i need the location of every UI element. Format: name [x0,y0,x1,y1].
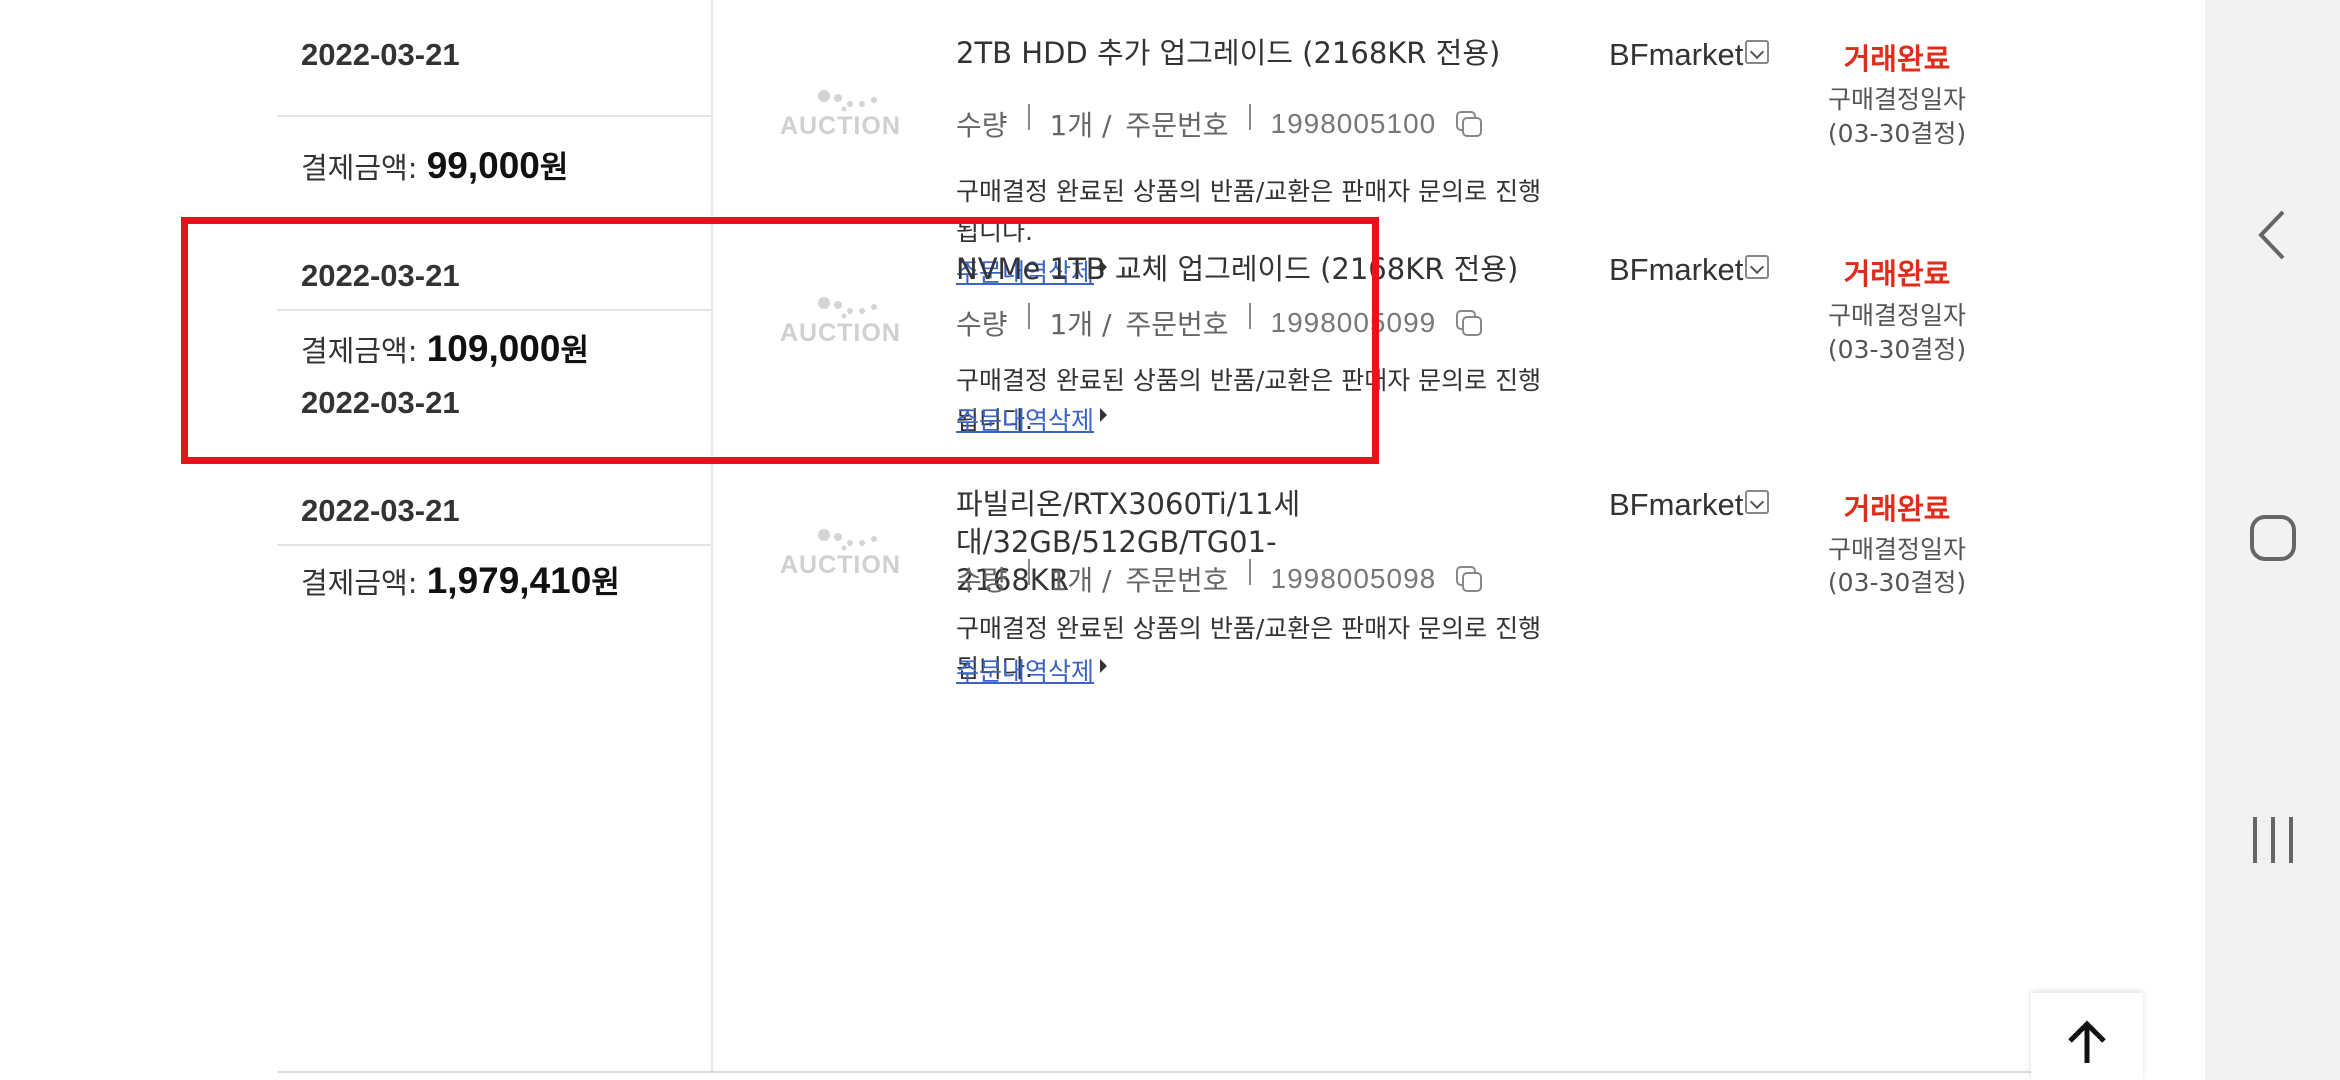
delete-order-label[interactable]: 주문내역삭제 [956,652,1094,688]
quantity-label: 수량 [956,564,1008,597]
decision-date-value: (03-30결정) [1827,119,1967,148]
divider [277,115,711,117]
status-badge: 거래완료 [1843,257,1951,291]
quantity-label: 수량 [956,109,1008,142]
system-nav-bar [2205,0,2340,1080]
decision-date-label: 구매결정일자 [1827,85,1966,114]
product-name[interactable]: 2TB HDD 추가 업그레이드 (2168KR 전용) [956,34,1576,72]
back-icon [2257,210,2284,260]
order-summary: 2022-03-21 결제금액: 99,000원 [277,0,711,215]
seller-name[interactable]: BFmarket [1609,487,1770,523]
caret-right-icon [1100,659,1108,673]
payment-value: 99,000 [426,145,540,186]
order-summary: 2022-03-21 결제금액: 1,979,410원 [277,465,711,1071]
logo-text: AUCTION [780,551,901,579]
copy-icon[interactable] [1456,111,1483,137]
highlight-box [181,217,1379,464]
payment-label: 결제금액: [301,566,427,600]
seller-name[interactable]: BFmarket [1609,252,1770,288]
seller-name[interactable]: BFmarket [1609,37,1770,73]
status-badge: 거래완료 [1843,492,1951,526]
order-date: 2022-03-21 [301,37,460,72]
auction-logo: AUCTION [780,88,900,148]
recents-icon [2252,817,2293,863]
nav-back-button[interactable] [2205,185,2340,285]
divider [1027,104,1030,130]
seller-label[interactable]: BFmarket [1609,487,1743,523]
order-row: 2022-03-21 결제금액: 1,979,410원 AUCTION 파빌리온… [277,465,2057,1071]
order-list: 2022-03-21 결제금액: 99,000원 AUCTION 2TB HDD… [0,0,2205,1080]
nav-recents-button[interactable] [2205,790,2340,890]
divider [277,544,711,546]
divider [1248,559,1251,585]
chevron-down-icon[interactable] [1745,255,1770,279]
scroll-top-button[interactable] [2031,993,2143,1080]
quantity-value: 1개 / [1049,564,1112,597]
logo-text: AUCTION [780,112,901,140]
order-number: 1998005100 [1270,108,1437,139]
chevron-down-icon[interactable] [1745,40,1770,64]
payment-label: 결제금액: [301,151,427,185]
order-meta: 수량 1개 / 주문번호 1998005100 [956,104,1483,144]
status-badge: 거래완료 [1843,42,1951,76]
copy-icon[interactable] [1456,566,1483,592]
payment-amount: 결제금액: 1,979,410원 [301,557,620,602]
chevron-down-icon[interactable] [1745,490,1770,514]
decision-date-label: 구매결정일자 [1827,301,1966,330]
decision-date-value: (03-30결정) [1827,568,1967,597]
order-row: 2022-03-21 결제금액: 99,000원 AUCTION 2TB HDD… [277,0,2057,287]
seller-label[interactable]: BFmarket [1609,37,1743,73]
order-number: 1998005098 [1270,563,1437,594]
order-number-label: 주문번호 [1125,109,1229,142]
decision-date-label: 구매결정일자 [1827,535,1966,564]
seller-label[interactable]: BFmarket [1609,252,1743,288]
divider [277,1071,2057,1073]
order-meta: 수량 1개 / 주문번호 1998005098 [956,559,1483,599]
auction-logo: AUCTION [780,527,900,587]
payment-amount: 결제금액: 99,000원 [301,142,568,187]
decision-date-value: (03-30결정) [1827,335,1967,364]
payment-value: 1,979,410 [426,560,592,601]
order-number-label: 주문번호 [1125,564,1229,597]
arrow-up-icon [2068,1020,2106,1063]
divider [1027,559,1030,585]
divider [711,0,713,215]
payment-unit: 원 [539,150,569,186]
payment-unit: 원 [591,565,620,601]
home-icon [2249,515,2296,561]
nav-home-button[interactable] [2205,488,2340,588]
divider [711,465,713,1071]
copy-icon[interactable] [1456,310,1483,336]
divider [1248,104,1251,130]
quantity-value: 1개 / [1049,109,1112,142]
delete-order-link[interactable]: 주문내역삭제 [956,652,1108,688]
order-date: 2022-03-21 [301,493,460,528]
